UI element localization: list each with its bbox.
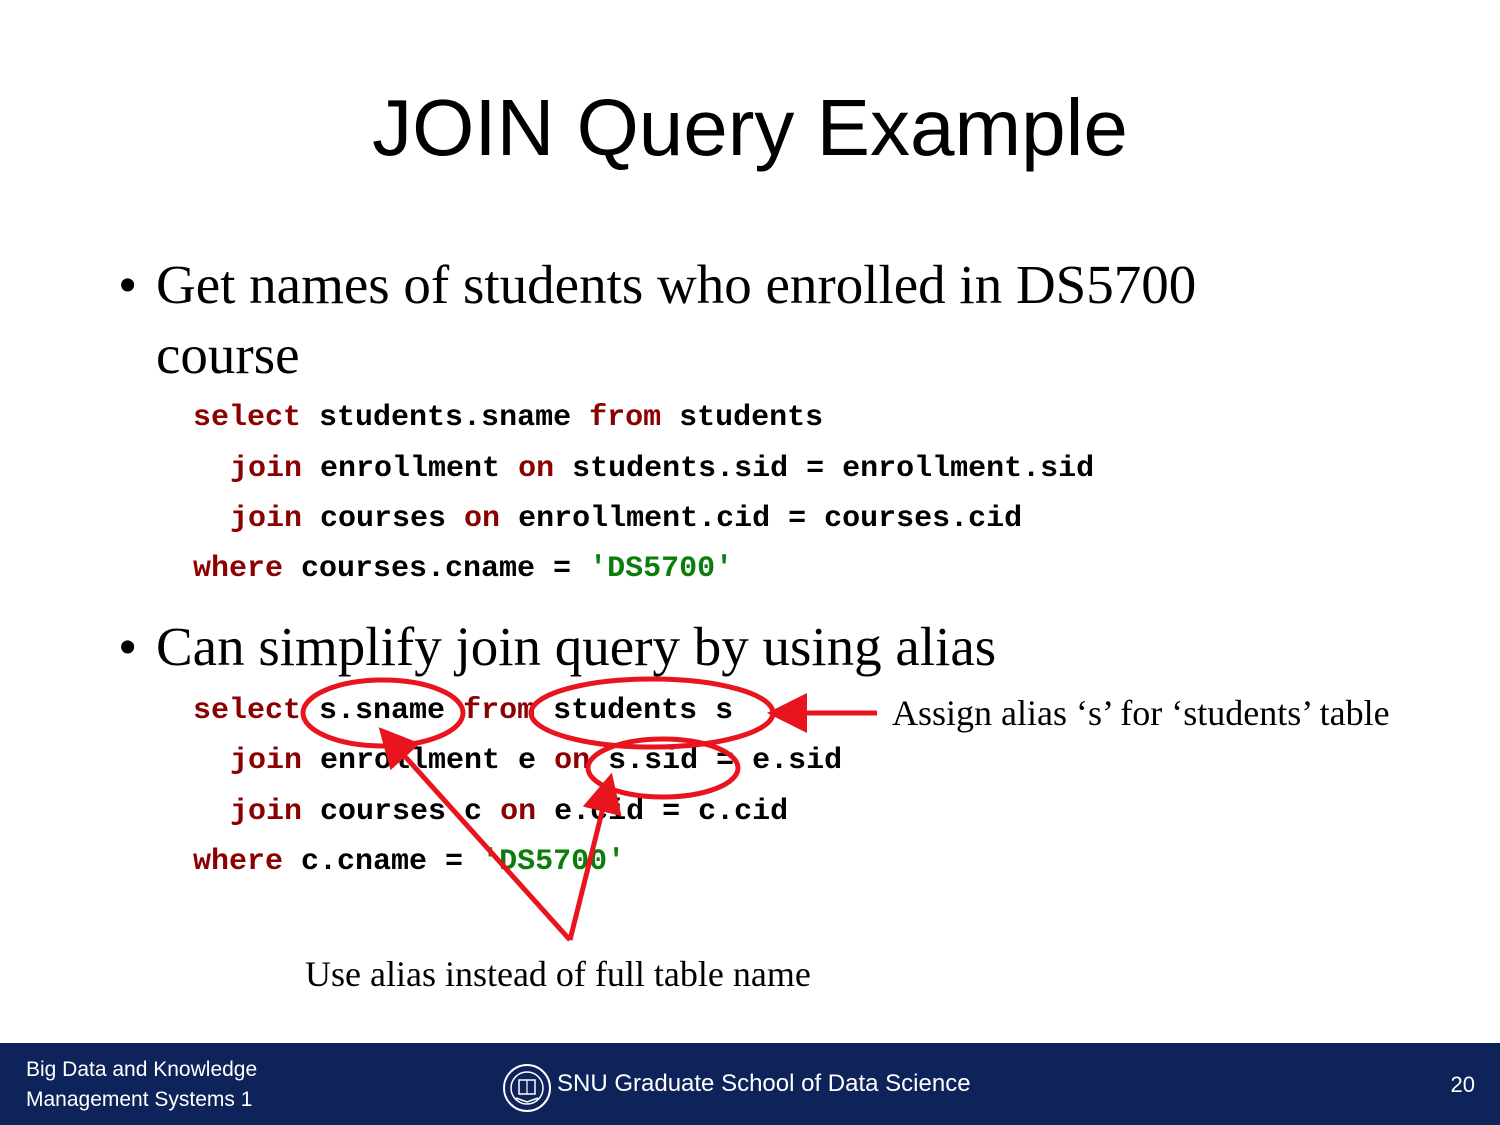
query2-line-4: where c.cname = 'DS5700' <box>193 845 625 879</box>
code-text: students s <box>535 694 734 728</box>
bullet-1: • Get names of students who enrolled in … <box>118 250 1368 390</box>
query1-line-4: where courses.cname = 'DS5700' <box>193 552 733 586</box>
use-alias-note: Use alias instead of full table name <box>305 954 811 994</box>
string-literal: 'DS5700' <box>589 552 734 586</box>
keyword: join <box>230 795 303 829</box>
keyword: where <box>193 845 284 879</box>
slide-title: JOIN Query Example <box>372 83 1128 172</box>
code-text: c.cname = <box>283 845 482 879</box>
keyword: from <box>463 694 536 728</box>
bullet-1-line-2: course <box>156 324 300 385</box>
keyword: select <box>193 694 302 728</box>
bullet-2: • Can simplify join query by using alias <box>118 612 1118 682</box>
bullet-2-line-1: Can simplify join query by using alias <box>156 616 997 677</box>
course-name-line-1: Big Data and Knowledge <box>26 1058 258 1081</box>
keyword: from <box>589 401 662 435</box>
keyword: on <box>554 744 591 778</box>
bullet-marker: • <box>118 616 138 677</box>
keyword: on <box>500 795 537 829</box>
code-text: enrollment <box>302 452 519 486</box>
query1-line-2: join enrollment on students.sid = enroll… <box>230 452 1094 486</box>
code-text: courses <box>302 502 465 536</box>
code-text: students <box>661 401 824 435</box>
bullet-marker: • <box>118 254 138 315</box>
slide: JOIN Query Example • Get names of studen… <box>0 0 1500 1125</box>
code-text: e.cid = c.cid <box>536 795 789 829</box>
query2-line-1: select s.sname from students s <box>193 694 733 728</box>
code-text: courses.cname = <box>283 552 590 586</box>
query1-line-1: select students.sname from students <box>193 401 823 435</box>
string-literal: 'DS5700' <box>481 845 626 879</box>
code-text: students.sid = enrollment.sid <box>554 452 1095 486</box>
code-text: courses c <box>302 795 501 829</box>
query2-line-3: join courses c on e.cid = c.cid <box>230 795 788 829</box>
code-text: enrollment e <box>302 744 555 778</box>
course-name-line-2: Management Systems 1 <box>26 1088 253 1111</box>
footer-bar: Big Data and Knowledge Management System… <box>0 1043 1500 1125</box>
snu-seal-icon <box>503 1064 551 1112</box>
bullet-1-line-1: Get names of students who enrolled in DS… <box>156 254 1197 315</box>
keyword: select <box>193 401 302 435</box>
code-text: students.sname <box>301 401 590 435</box>
keyword: on <box>464 502 501 536</box>
keyword: where <box>193 552 284 586</box>
keyword: join <box>230 502 303 536</box>
code-text: s.sname <box>301 694 464 728</box>
query1-line-3: join courses on enrollment.cid = courses… <box>230 502 1022 536</box>
query2-line-2: join enrollment e on s.sid = e.sid <box>230 744 842 778</box>
code-text: s.sid = e.sid <box>590 744 843 778</box>
keyword: join <box>230 452 303 486</box>
page-number: 20 <box>1450 1072 1475 1097</box>
keyword: join <box>230 744 303 778</box>
keyword: on <box>518 452 555 486</box>
course-name: Big Data and Knowledge Management System… <box>26 1055 257 1115</box>
code-text: enrollment.cid = courses.cid <box>500 502 1023 536</box>
school-name: SNU Graduate School of Data Science <box>557 1070 971 1097</box>
assign-alias-note: Assign alias ‘s’ for ‘students’ table <box>892 693 1390 733</box>
